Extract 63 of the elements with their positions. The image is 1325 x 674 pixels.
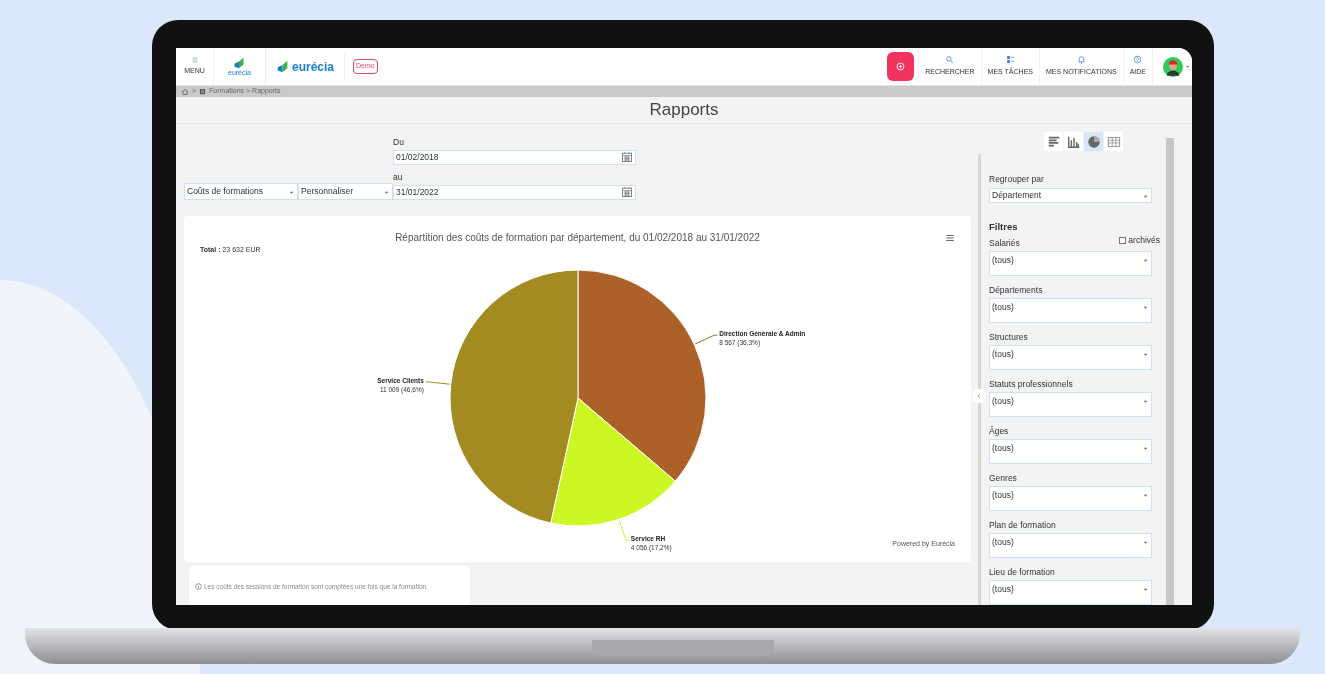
table-icon bbox=[1106, 134, 1121, 149]
scrollbar[interactable] bbox=[1166, 138, 1174, 605]
field-label: Lieu de formation bbox=[989, 565, 1055, 579]
field-label: Âges bbox=[989, 424, 1009, 438]
avatar-icon[interactable] bbox=[1163, 56, 1183, 77]
pie-slice[interactable] bbox=[550, 397, 676, 526]
filter-select[interactable]: (tous) bbox=[989, 485, 1152, 511]
field-label: Salariés bbox=[989, 236, 1020, 250]
filter-select[interactable]: (tous) bbox=[989, 250, 1152, 276]
report-select[interactable]: Coûts de formations bbox=[184, 182, 298, 200]
caret-icon bbox=[1142, 193, 1149, 201]
filter-select[interactable]: (tous) bbox=[989, 438, 1152, 464]
pie-slice[interactable] bbox=[449, 269, 579, 524]
menu-icon bbox=[190, 56, 199, 65]
info-icon bbox=[195, 582, 202, 590]
checklist-icon bbox=[1005, 55, 1015, 65]
caret-icon[interactable] bbox=[1185, 64, 1190, 69]
menu-icon[interactable] bbox=[945, 232, 955, 243]
chart-title: Répartition des coûts de formation par département, du 01/02/2018 au 31/01/2022 bbox=[395, 230, 760, 245]
add-button[interactable] bbox=[887, 52, 915, 81]
bell-icon bbox=[1076, 55, 1086, 65]
field-label: Genres bbox=[989, 471, 1017, 485]
pie-slice[interactable] bbox=[577, 269, 707, 482]
home-icon[interactable] bbox=[181, 87, 189, 96]
caret-icon bbox=[383, 189, 390, 196]
date-label: au bbox=[393, 170, 404, 184]
page-title: Rapports bbox=[649, 99, 719, 122]
group-by-select[interactable]: Département bbox=[989, 187, 1152, 203]
filter-select[interactable]: (tous) bbox=[989, 579, 1152, 605]
calendar-icon[interactable] bbox=[621, 186, 633, 198]
book-icon bbox=[199, 88, 207, 95]
help-icon bbox=[1133, 55, 1143, 65]
chevron-left-icon bbox=[976, 393, 982, 399]
date-label: Du bbox=[393, 136, 405, 149]
bar-chart-icon bbox=[1066, 134, 1081, 149]
chart-type-tab[interactable] bbox=[1084, 132, 1103, 151]
field-label: Structures bbox=[989, 330, 1028, 344]
date-field[interactable]: 01/02/2018 bbox=[393, 149, 636, 165]
field-label: Départements bbox=[989, 283, 1043, 297]
filters-heading: Filtres bbox=[989, 219, 1019, 234]
chart-type-tab[interactable] bbox=[1104, 132, 1123, 151]
filter-select[interactable]: (tous) bbox=[989, 297, 1152, 323]
filter-select[interactable]: (tous) bbox=[989, 532, 1152, 558]
field-label: Plan de formation bbox=[989, 518, 1056, 532]
brand-logo: eurécia bbox=[265, 54, 345, 79]
field-label: Regrouper par bbox=[989, 173, 1045, 186]
chart-type-tab[interactable] bbox=[1064, 132, 1083, 151]
field-label: Statuts professionnels bbox=[989, 377, 1073, 391]
archived-checkbox[interactable]: archivés bbox=[1119, 233, 1160, 247]
leader-line bbox=[425, 380, 451, 385]
filter-select[interactable]: (tous) bbox=[989, 391, 1152, 417]
period-select[interactable]: Personnaliser bbox=[298, 182, 393, 200]
filter-select[interactable]: (tous) bbox=[989, 344, 1152, 370]
calendar-icon[interactable] bbox=[621, 151, 633, 164]
leader-line bbox=[694, 334, 718, 344]
pie-chart-icon bbox=[1086, 134, 1101, 149]
chart-type-tab[interactable] bbox=[1044, 132, 1063, 151]
date-field[interactable]: 31/01/2022 bbox=[393, 184, 636, 200]
search-icon bbox=[945, 55, 955, 65]
horizontal-bars-icon bbox=[1046, 134, 1061, 149]
plus-icon bbox=[895, 61, 907, 72]
leader-line bbox=[618, 519, 630, 541]
caret-icon bbox=[288, 189, 295, 196]
